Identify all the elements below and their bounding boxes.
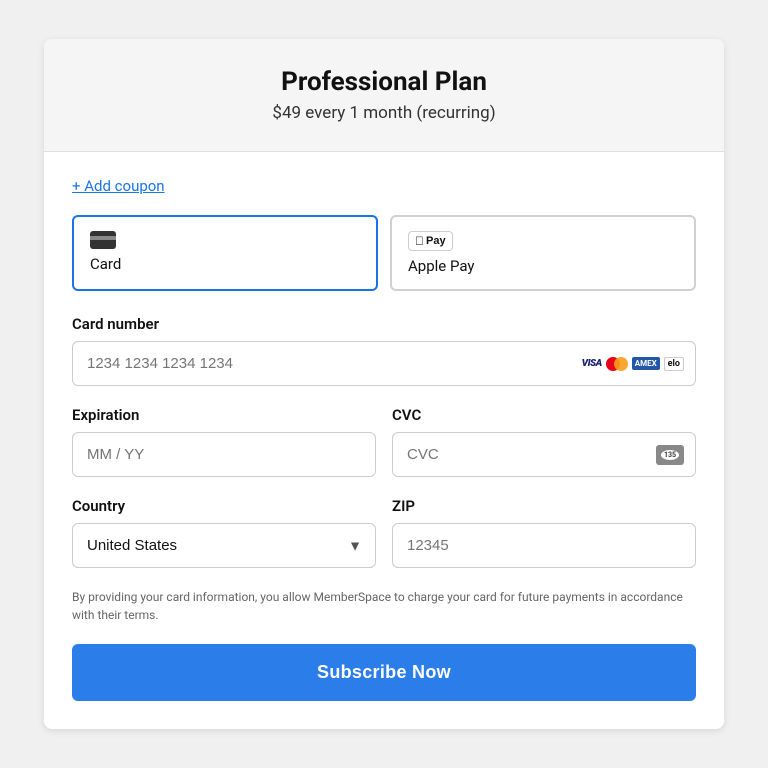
visa-icon: VISA: [582, 358, 602, 369]
disclaimer-text: By providing your card information, you …: [72, 588, 696, 624]
expiration-section: Expiration: [72, 406, 376, 477]
country-select-wrapper: United States ▼: [72, 523, 376, 568]
cvc-section: CVC: [392, 406, 696, 477]
elo-icon: elo: [664, 357, 684, 371]
amex-icon: AMEX: [632, 357, 660, 370]
country-zip-row: Country United States ▼ ZIP: [72, 497, 696, 588]
plan-header: Professional Plan $49 every 1 month (rec…: [44, 39, 724, 152]
country-label: Country: [72, 497, 376, 515]
expiration-input[interactable]: [72, 432, 376, 477]
card-number-wrapper: VISA AMEX elo: [72, 341, 696, 386]
card-payment-option[interactable]: Card: [72, 215, 378, 291]
zip-section: ZIP: [392, 497, 696, 568]
expiration-label: Expiration: [72, 406, 376, 424]
payment-methods: Card  Pay Apple Pay: [72, 215, 696, 291]
apple-pay-badge-label: Pay: [426, 235, 446, 247]
mastercard-icon: [606, 357, 628, 371]
zip-input[interactable]: [392, 523, 696, 568]
credit-card-icon: [90, 231, 116, 249]
form-body: + Add coupon Card  Pay Apple Pay Card n…: [44, 152, 724, 729]
payment-container: Professional Plan $49 every 1 month (rec…: [44, 39, 724, 729]
cvc-label: CVC: [392, 406, 696, 424]
zip-label: ZIP: [392, 497, 696, 515]
cvc-input[interactable]: [392, 432, 696, 477]
apple-pay-label: Apple Pay: [408, 257, 474, 275]
card-number-section: Card number VISA AMEX elo: [72, 315, 696, 386]
country-select[interactable]: United States: [72, 523, 376, 568]
add-coupon-link[interactable]: + Add coupon: [72, 177, 165, 195]
apple-logo-icon: : [415, 234, 424, 248]
subscribe-button[interactable]: Subscribe Now: [72, 644, 696, 701]
card-number-label: Card number: [72, 315, 696, 333]
country-section: Country United States ▼: [72, 497, 376, 568]
cvc-card-icon: [656, 445, 684, 465]
apple-pay-option[interactable]:  Pay Apple Pay: [390, 215, 696, 291]
card-brands: VISA AMEX elo: [582, 357, 684, 371]
expiry-cvc-row: Expiration CVC: [72, 406, 696, 497]
plan-title: Professional Plan: [64, 67, 704, 97]
card-label: Card: [90, 255, 121, 273]
plan-price: $49 every 1 month (recurring): [64, 103, 704, 123]
apple-pay-badge:  Pay: [408, 231, 453, 251]
cvc-wrapper: [392, 432, 696, 477]
